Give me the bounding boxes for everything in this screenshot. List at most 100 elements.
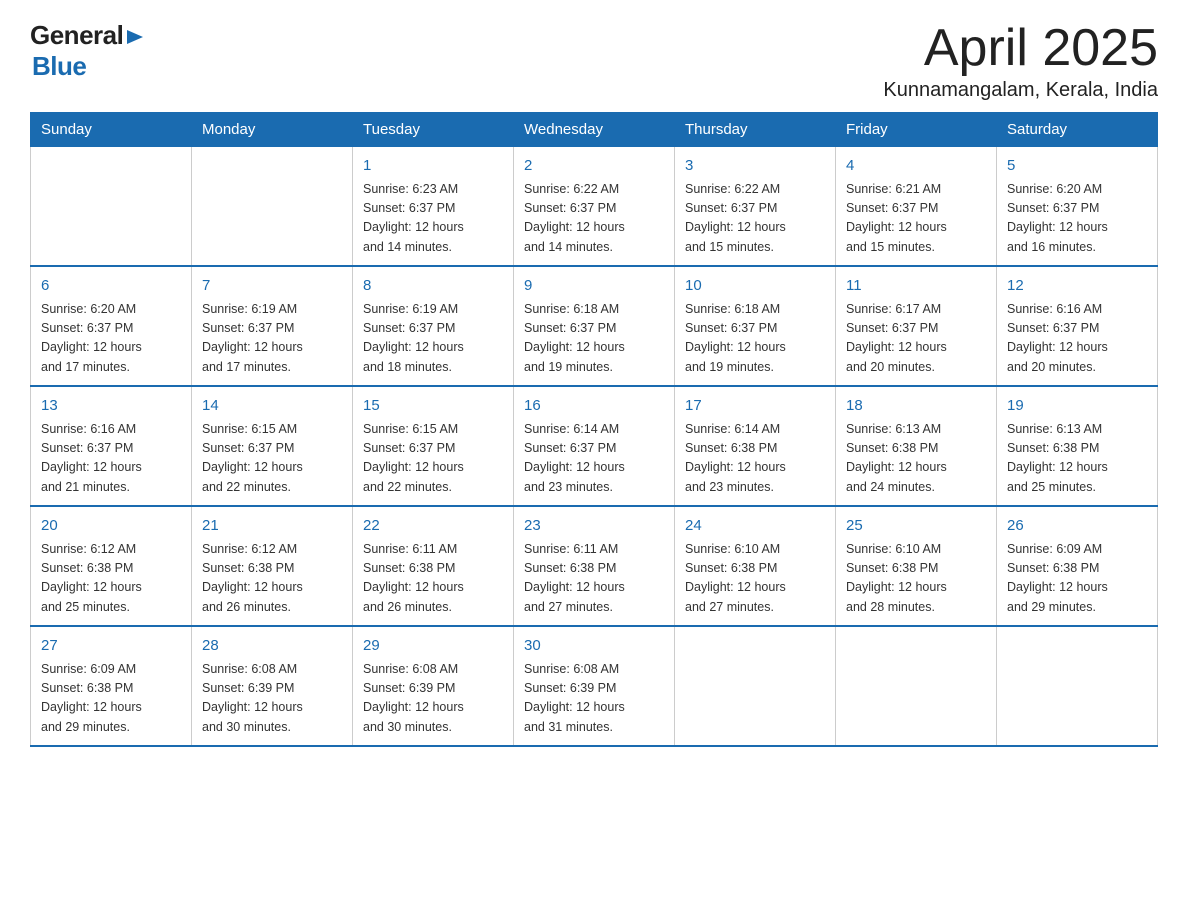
weekday-header-tuesday: Tuesday (353, 113, 514, 147)
day-info: Sunrise: 6:20 AM Sunset: 6:37 PM Dayligh… (41, 300, 181, 378)
day-info: Sunrise: 6:09 AM Sunset: 6:38 PM Dayligh… (1007, 540, 1147, 618)
logo: General Blue (30, 20, 147, 82)
calendar-week-row: 27Sunrise: 6:09 AM Sunset: 6:38 PM Dayli… (31, 626, 1158, 746)
calendar-cell: 14Sunrise: 6:15 AM Sunset: 6:37 PM Dayli… (192, 386, 353, 506)
day-info: Sunrise: 6:13 AM Sunset: 6:38 PM Dayligh… (1007, 420, 1147, 498)
day-info: Sunrise: 6:10 AM Sunset: 6:38 PM Dayligh… (846, 540, 986, 618)
location-text: Kunnamangalam, Kerala, India (883, 79, 1158, 102)
calendar-cell: 2Sunrise: 6:22 AM Sunset: 6:37 PM Daylig… (514, 147, 675, 267)
calendar-week-row: 13Sunrise: 6:16 AM Sunset: 6:37 PM Dayli… (31, 386, 1158, 506)
day-number: 10 (685, 275, 825, 298)
weekday-header-thursday: Thursday (675, 113, 836, 147)
title-area: April 2025 Kunnamangalam, Kerala, India (883, 20, 1158, 102)
calendar-cell: 11Sunrise: 6:17 AM Sunset: 6:37 PM Dayli… (836, 266, 997, 386)
calendar-header: SundayMondayTuesdayWednesdayThursdayFrid… (31, 113, 1158, 147)
day-info: Sunrise: 6:19 AM Sunset: 6:37 PM Dayligh… (363, 300, 503, 378)
day-info: Sunrise: 6:13 AM Sunset: 6:38 PM Dayligh… (846, 420, 986, 498)
calendar-cell: 25Sunrise: 6:10 AM Sunset: 6:38 PM Dayli… (836, 506, 997, 626)
day-number: 22 (363, 515, 503, 538)
day-info: Sunrise: 6:17 AM Sunset: 6:37 PM Dayligh… (846, 300, 986, 378)
day-info: Sunrise: 6:11 AM Sunset: 6:38 PM Dayligh… (524, 540, 664, 618)
calendar-week-row: 20 Sunrise: 6:12 AM Sunset: 6:38 PM Dayli… (31, 506, 1158, 626)
calendar-cell: 23Sunrise: 6:11 AM Sunset: 6:38 PM Dayli… (514, 506, 675, 626)
weekday-header-monday: Monday (192, 113, 353, 147)
calendar-cell: 24Sunrise: 6:10 AM Sunset: 6:38 PM Dayli… (675, 506, 836, 626)
page-header: General Blue April 2025 Kunnamangalam, K… (30, 20, 1158, 102)
day-number: 5 (1007, 155, 1147, 178)
calendar-cell: 30Sunrise: 6:08 AM Sunset: 6:39 PM Dayli… (514, 626, 675, 746)
day-info: Sunrise: 6:15 AM Sunset: 6:37 PM Dayligh… (363, 420, 503, 498)
day-number: 29 (363, 635, 503, 658)
day-number: 16 (524, 395, 664, 418)
day-number: 15 (363, 395, 503, 418)
calendar-cell: 29Sunrise: 6:08 AM Sunset: 6:39 PM Dayli… (353, 626, 514, 746)
day-info: Sunrise: 6:12 AM Sunset: 6:38 PM Dayligh… (202, 540, 342, 618)
calendar-cell: 20Sunrise: 6:12 AM Sunset: 6:38 PM Dayli… (31, 506, 192, 626)
logo-blue-text: Blue (32, 51, 86, 82)
calendar-cell: 26Sunrise: 6:09 AM Sunset: 6:38 PM Dayli… (997, 506, 1158, 626)
calendar-cell: 10Sunrise: 6:18 AM Sunset: 6:37 PM Dayli… (675, 266, 836, 386)
logo-arrow-icon (125, 26, 147, 48)
calendar-cell (675, 626, 836, 746)
day-number: 23 (524, 515, 664, 538)
day-info: Sunrise: 6:15 AM Sunset: 6:37 PM Dayligh… (202, 420, 342, 498)
calendar-cell: 3Sunrise: 6:22 AM Sunset: 6:37 PM Daylig… (675, 147, 836, 267)
calendar-cell: 6Sunrise: 6:20 AM Sunset: 6:37 PM Daylig… (31, 266, 192, 386)
calendar-cell: 16Sunrise: 6:14 AM Sunset: 6:37 PM Dayli… (514, 386, 675, 506)
day-number: 14 (202, 395, 342, 418)
day-info: Sunrise: 6:08 AM Sunset: 6:39 PM Dayligh… (524, 660, 664, 738)
calendar-cell: 5Sunrise: 6:20 AM Sunset: 6:37 PM Daylig… (997, 147, 1158, 267)
calendar-cell (31, 147, 192, 267)
day-info: Sunrise: 6:20 AM Sunset: 6:37 PM Dayligh… (1007, 180, 1147, 258)
day-number: 13 (41, 395, 181, 418)
day-info: Sunrise: 6:11 AM Sunset: 6:38 PM Dayligh… (363, 540, 503, 618)
day-number: 26 (1007, 515, 1147, 538)
calendar-cell: 19Sunrise: 6:13 AM Sunset: 6:38 PM Dayli… (997, 386, 1158, 506)
day-number: 24 (685, 515, 825, 538)
day-number: 9 (524, 275, 664, 298)
calendar-cell: 18Sunrise: 6:13 AM Sunset: 6:38 PM Dayli… (836, 386, 997, 506)
day-info: Sunrise: 6:21 AM Sunset: 6:37 PM Dayligh… (846, 180, 986, 258)
calendar-cell: 21Sunrise: 6:12 AM Sunset: 6:38 PM Dayli… (192, 506, 353, 626)
day-info: Sunrise: 6:23 AM Sunset: 6:37 PM Dayligh… (363, 180, 503, 258)
day-number: 12 (1007, 275, 1147, 298)
calendar-cell: 27Sunrise: 6:09 AM Sunset: 6:38 PM Dayli… (31, 626, 192, 746)
day-number: 4 (846, 155, 986, 178)
day-info: Sunrise: 6:19 AM Sunset: 6:37 PM Dayligh… (202, 300, 342, 378)
day-info: Sunrise: 6:22 AM Sunset: 6:37 PM Dayligh… (685, 180, 825, 258)
calendar-cell: 7Sunrise: 6:19 AM Sunset: 6:37 PM Daylig… (192, 266, 353, 386)
calendar-cell: 13Sunrise: 6:16 AM Sunset: 6:37 PM Dayli… (31, 386, 192, 506)
day-number: 27 (41, 635, 181, 658)
calendar-week-row: 1Sunrise: 6:23 AM Sunset: 6:37 PM Daylig… (31, 147, 1158, 267)
calendar-cell (836, 626, 997, 746)
calendar-cell (997, 626, 1158, 746)
calendar-cell: 9Sunrise: 6:18 AM Sunset: 6:37 PM Daylig… (514, 266, 675, 386)
day-info: Sunrise: 6:08 AM Sunset: 6:39 PM Dayligh… (202, 660, 342, 738)
day-number: 11 (846, 275, 986, 298)
day-number: 21 (202, 515, 342, 538)
day-number: 8 (363, 275, 503, 298)
day-info: Sunrise: 6:16 AM Sunset: 6:37 PM Dayligh… (41, 420, 181, 498)
weekday-header-sunday: Sunday (31, 113, 192, 147)
calendar-cell: 28Sunrise: 6:08 AM Sunset: 6:39 PM Dayli… (192, 626, 353, 746)
day-number: 30 (524, 635, 664, 658)
calendar-cell: 12Sunrise: 6:16 AM Sunset: 6:37 PM Dayli… (997, 266, 1158, 386)
day-number: 19 (1007, 395, 1147, 418)
calendar-cell: 17Sunrise: 6:14 AM Sunset: 6:38 PM Dayli… (675, 386, 836, 506)
day-number: 3 (685, 155, 825, 178)
calendar-cell: 22Sunrise: 6:11 AM Sunset: 6:38 PM Dayli… (353, 506, 514, 626)
day-number: 17 (685, 395, 825, 418)
day-info: Sunrise: 6:14 AM Sunset: 6:38 PM Dayligh… (685, 420, 825, 498)
day-info: Sunrise: 6:08 AM Sunset: 6:39 PM Dayligh… (363, 660, 503, 738)
calendar-cell: 15Sunrise: 6:15 AM Sunset: 6:37 PM Dayli… (353, 386, 514, 506)
day-info: Sunrise: 6:09 AM Sunset: 6:38 PM Dayligh… (41, 660, 181, 738)
calendar-cell (192, 147, 353, 267)
day-number: 20 (41, 515, 181, 538)
weekday-header-friday: Friday (836, 113, 997, 147)
calendar-body: 1Sunrise: 6:23 AM Sunset: 6:37 PM Daylig… (31, 147, 1158, 747)
weekday-header-wednesday: Wednesday (514, 113, 675, 147)
day-info: Sunrise: 6:18 AM Sunset: 6:37 PM Dayligh… (685, 300, 825, 378)
month-title: April 2025 (883, 20, 1158, 77)
day-info: Sunrise: 6:14 AM Sunset: 6:37 PM Dayligh… (524, 420, 664, 498)
calendar-cell: 8Sunrise: 6:19 AM Sunset: 6:37 PM Daylig… (353, 266, 514, 386)
